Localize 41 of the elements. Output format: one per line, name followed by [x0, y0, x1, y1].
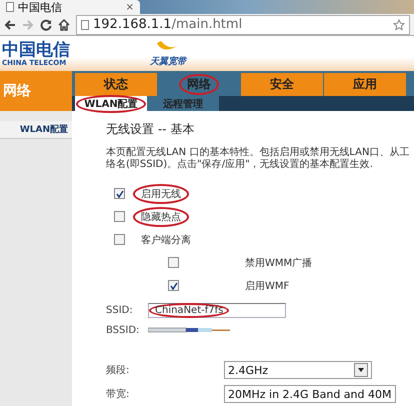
sidebar-item[interactable]: WLAN配置 — [0, 121, 72, 139]
field-label: SSID: — [106, 304, 134, 316]
section-title: 网络 — [0, 71, 72, 111]
tab-title: 中国电信 — [18, 0, 63, 14]
checkbox[interactable] — [168, 280, 179, 291]
nav-tab[interactable]: 安全 — [241, 73, 323, 96]
logo-text: 中国电信 — [2, 40, 70, 59]
field-label: BSSID: — [106, 324, 140, 336]
field-label: 带宽: — [106, 388, 130, 401]
description-text: 本页配置无线LAN 口的基本特性。包括启用或禁用无线LAN口、从工 — [106, 147, 410, 158]
bandwidth-select[interactable]: 20MHz in 2.4G Band and 40M — [224, 385, 396, 403]
ssid-input[interactable]: ChinaNet-f7fs — [148, 302, 286, 318]
checkbox-label: 客户端分离 — [140, 234, 192, 248]
page-icon — [6, 2, 14, 12]
brand-text: 天翼宽带 — [150, 55, 186, 68]
star-icon[interactable] — [393, 18, 405, 31]
nav-tab[interactable]: 状态 — [75, 73, 157, 96]
field-label: 频段: — [106, 364, 130, 377]
page-icon — [81, 20, 89, 30]
back-icon[interactable] — [4, 18, 16, 31]
home-icon[interactable] — [58, 18, 70, 31]
close-button[interactable]: × — [126, 2, 134, 12]
address-bar[interactable]: 192.168.1.1/main.html — [76, 14, 410, 35]
checkbox[interactable] — [114, 188, 125, 199]
band-select[interactable]: 2.4GHz — [224, 361, 372, 379]
page-title: 无线设置 -- 基本 — [106, 121, 196, 138]
nav-tab[interactable]: 应用 — [324, 73, 406, 96]
caret-icon — [354, 363, 368, 377]
checkbox[interactable] — [114, 211, 125, 222]
browser-tab[interactable]: 中国电信 × — [0, 0, 140, 14]
checkbox-label: 隐藏热点 — [133, 206, 189, 226]
checkbox[interactable] — [114, 234, 125, 245]
checkbox-label: 启用WMF — [244, 280, 290, 294]
ssid-value: ChinaNet-f7fs — [149, 302, 230, 318]
sub-tab[interactable]: WLAN配置 — [75, 96, 147, 111]
description-text: 络名(即SSID)。点击"保存/应用"，无线设置的基本配置生效. — [106, 159, 374, 171]
checkbox-label: 启用无线 — [133, 184, 189, 204]
checkbox[interactable] — [168, 257, 179, 268]
reload-icon[interactable] — [40, 18, 52, 31]
checkbox-label: 禁用WMM广播 — [244, 256, 314, 270]
url-text: 192.168.1.1/main.html — [93, 17, 244, 32]
